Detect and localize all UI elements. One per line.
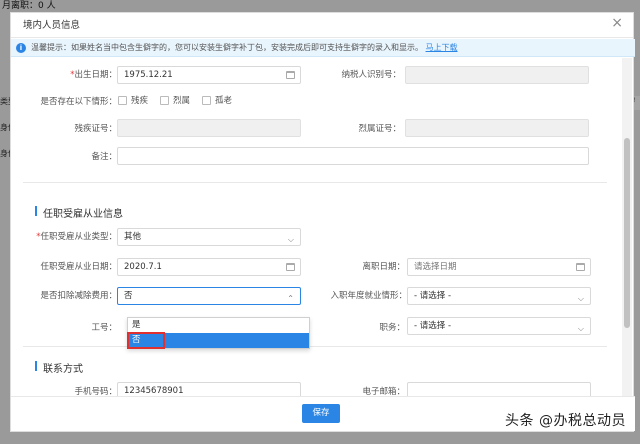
chevron-down-icon: ⌵ [577, 324, 584, 333]
martyr-checkbox[interactable]: 烈属 [160, 94, 190, 106]
dropdown-option-yes[interactable]: 是 [128, 318, 309, 333]
martyr-id-label: 烈属证号： [358, 124, 401, 134]
birth-date-label: *出生日期： [70, 70, 117, 80]
calendar-icon [286, 263, 295, 271]
notice-bar: i 温馨提示：如果姓名当中包含生僻字的，您可以安装生僻字补丁包，安装完成后即可支… [11, 39, 635, 57]
save-button[interactable]: 保存 [302, 404, 340, 423]
taxpayer-id-field [405, 66, 589, 84]
close-icon[interactable]: × [611, 15, 623, 31]
notice-text: 温馨提示：如果姓名当中包含生僻字的，您可以安装生僻字补丁包，安装完成后即可支持生… [31, 43, 423, 52]
situation-checkbox-group: 残疾 烈属 孤老 [118, 94, 232, 106]
contact-section-title: 联系方式 [35, 360, 83, 375]
section-divider [23, 182, 607, 183]
person-info-dialog: 境内人员信息 × i 温馨提示：如果姓名当中包含生僻字的，您可以安装生僻字补丁包… [10, 12, 635, 432]
deduct-fee-select[interactable]: 否 ⌃ [117, 287, 301, 305]
info-icon: i [16, 43, 26, 53]
chevron-down-icon: ⌵ [287, 235, 294, 244]
leave-date-field[interactable]: 请选择日期 [407, 258, 591, 276]
employment-date-label: 任职受雇从业日期： [40, 262, 117, 272]
deduct-fee-label: 是否扣除减除费用： [40, 291, 117, 301]
situation-label: 是否存在以下情形： [40, 97, 117, 107]
section-divider [23, 346, 607, 347]
elderly-checkbox[interactable]: 孤老 [202, 94, 232, 106]
dialog-title: 境内人员信息 [11, 13, 633, 38]
job-number-label: 工号： [91, 323, 117, 333]
disability-id-label: 残疾证号： [74, 124, 117, 134]
disability-checkbox[interactable]: 残疾 [118, 94, 148, 106]
employment-date-field[interactable]: 2020.7.1 [117, 258, 301, 276]
calendar-icon [286, 71, 295, 79]
scrollbar-thumb[interactable] [624, 138, 630, 328]
employment-section-title: 任职受雇从业信息 [35, 205, 123, 220]
download-link[interactable]: 马上下载 [426, 43, 458, 52]
dialog-body: *出生日期： 1975.12.21 纳税人识别号： 是否存在以下情形： 残疾 烈… [11, 58, 623, 398]
background-summary-text: 月离职：0 人 [2, 1, 56, 11]
position-label: 职务： [379, 323, 405, 333]
taxpayer-id-label: 纳税人识别号： [341, 70, 401, 80]
vertical-scrollbar[interactable] [622, 58, 632, 398]
position-select[interactable]: - 请选择 - ⌵ [407, 317, 591, 335]
martyr-id-field [405, 119, 589, 137]
deduct-fee-dropdown: 是 否 [127, 317, 310, 349]
watermark-text: 头条 @办税总动员 [505, 413, 626, 429]
selected-option-label: 否 [127, 332, 165, 349]
chevron-up-icon: ⌃ [287, 294, 294, 303]
leave-date-label: 离职日期： [362, 262, 405, 272]
birth-date-field[interactable]: 1975.12.21 [117, 66, 301, 84]
employment-type-select[interactable]: 其他 ⌵ [117, 228, 301, 246]
remark-field[interactable] [117, 147, 589, 165]
disability-id-field [117, 119, 301, 137]
entry-situation-label: 入职年度就业情形： [330, 291, 407, 301]
calendar-icon [576, 263, 585, 271]
employment-type-label: *任职受雇从业类型： [36, 232, 117, 242]
chevron-down-icon: ⌵ [577, 294, 584, 303]
entry-situation-select[interactable]: - 请选择 - ⌵ [407, 287, 591, 305]
remark-label: 备注： [91, 152, 117, 162]
dropdown-option-no[interactable]: 否 [127, 332, 309, 349]
